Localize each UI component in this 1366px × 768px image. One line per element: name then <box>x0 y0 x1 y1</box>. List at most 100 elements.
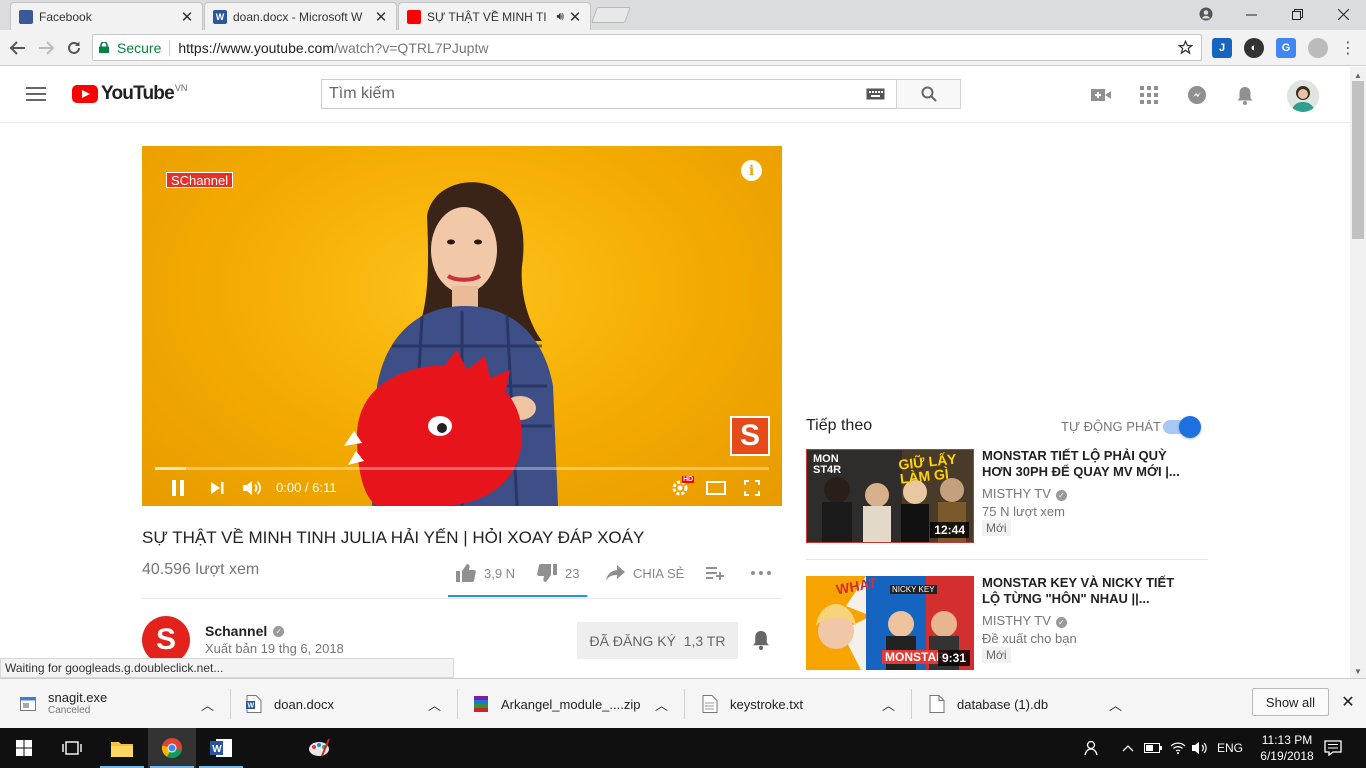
more-actions-button[interactable] <box>751 562 779 584</box>
show-hidden-icons-chevron[interactable] <box>1122 728 1134 768</box>
reload-button[interactable] <box>62 36 86 60</box>
keyboard-icon[interactable] <box>866 88 885 100</box>
people-icon[interactable] <box>1084 728 1100 768</box>
svg-text:W: W <box>212 744 222 755</box>
publish-date: Xuất bản 19 thg 6, 2018 <box>205 641 344 656</box>
tab-youtube-video[interactable]: SỰ THẬT VỀ MINH TI 🔊︎ ✕ <box>398 2 591 30</box>
next-video-button[interactable] <box>205 476 229 500</box>
task-view-icon[interactable] <box>48 728 96 768</box>
tab-close-icon[interactable]: ✕ <box>568 8 582 26</box>
tab-word-document[interactable]: W doan.docx - Microsoft W ✕ <box>204 2 397 30</box>
share-button[interactable]: CHIA SẺ <box>606 562 684 584</box>
download-item[interactable]: W doan.docx <box>246 679 334 729</box>
extension-j-icon[interactable]: J <box>1212 38 1232 58</box>
back-button[interactable] <box>6 36 30 60</box>
channel-notification-bell-icon[interactable] <box>752 630 772 650</box>
input-language-indicator[interactable]: ENG <box>1217 728 1243 768</box>
messages-icon[interactable] <box>1185 83 1209 107</box>
search-button[interactable] <box>896 79 961 109</box>
scrollbar-thumb[interactable] <box>1352 81 1364 239</box>
channel-watermark-logo: SChannel <box>166 172 234 188</box>
download-item[interactable]: keystroke.txt <box>702 679 803 729</box>
new-badge: Mới <box>982 647 1011 663</box>
download-item[interactable]: database (1).db <box>929 679 1048 729</box>
paint-taskbar-icon[interactable] <box>295 728 343 768</box>
channel-avatar[interactable]: S <box>142 616 190 664</box>
theater-mode-button[interactable] <box>704 476 728 500</box>
related-video-thumbnail[interactable]: WHAT NICKY KEY MONSTAR 9:31 <box>806 576 974 670</box>
thumbnail-caption: NICKY KEY <box>890 585 937 594</box>
related-video-title[interactable]: MONSTAR KEY VÀ NICKY TIẾT LỘ TỪNG "HÔN" … <box>982 575 1192 607</box>
address-bar[interactable]: Secure https://www.youtube.com/watch?v=Q… <box>92 34 1202 61</box>
channel-name-link[interactable]: Schannel ✓ <box>205 623 285 639</box>
settings-gear-icon[interactable]: HD <box>668 476 695 500</box>
upload-video-icon[interactable] <box>1089 83 1113 107</box>
profile-icon[interactable] <box>1183 0 1229 28</box>
action-center-icon[interactable] <box>1324 728 1342 768</box>
like-button[interactable]: 3,9 N <box>456 562 515 584</box>
minimize-button[interactable] <box>1228 0 1274 28</box>
file-explorer-icon[interactable] <box>98 728 146 768</box>
dislike-button[interactable]: 23 <box>537 562 579 584</box>
chevron-up-icon[interactable]: ︿ <box>882 679 895 729</box>
page-scrollbar[interactable]: ▲ ▼ <box>1350 67 1366 678</box>
fullscreen-button[interactable] <box>740 476 764 500</box>
share-icon <box>606 565 625 581</box>
scroll-down-arrow[interactable]: ▼ <box>1354 667 1362 676</box>
volume-icon[interactable] <box>241 476 265 500</box>
pause-button[interactable] <box>166 476 190 500</box>
video-progress-bar[interactable] <box>155 467 769 470</box>
forward-button[interactable] <box>34 36 58 60</box>
tab-close-icon[interactable]: ✕ <box>180 8 194 26</box>
chrome-taskbar-icon[interactable] <box>148 728 196 768</box>
search-input[interactable]: Tìm kiếm <box>321 79 897 109</box>
battery-icon[interactable] <box>1144 728 1162 768</box>
extension-grey-icon[interactable] <box>1308 38 1328 58</box>
speaker-icon[interactable] <box>1192 728 1208 768</box>
verified-icon: ✓ <box>1055 490 1067 501</box>
notifications-bell-icon[interactable] <box>1233 83 1257 107</box>
chevron-up-icon[interactable]: ︿ <box>655 679 668 729</box>
youtube-logo[interactable]: YouTube VN <box>72 83 187 105</box>
channel-corner-watermark[interactable]: S <box>730 416 770 456</box>
windows-start-icon[interactable] <box>0 728 48 768</box>
buffered-bar <box>155 467 186 470</box>
bookmark-star-icon[interactable] <box>1178 40 1193 55</box>
new-tab-button[interactable] <box>591 7 631 23</box>
archive-file-icon <box>473 695 489 713</box>
restore-button[interactable] <box>1274 0 1320 28</box>
status-bubble: Waiting for googleads.g.doubleclick.net.… <box>0 658 454 678</box>
word-taskbar-icon[interactable]: W <box>197 728 245 768</box>
audio-playing-icon[interactable]: 🔊︎ <box>556 9 564 24</box>
chrome-menu-icon[interactable]: ⋮ <box>1336 36 1360 60</box>
download-item[interactable]: snagit.exe Canceled <box>20 679 107 729</box>
user-avatar[interactable] <box>1287 80 1319 112</box>
add-to-playlist-button[interactable] <box>706 562 732 584</box>
secure-indicator[interactable]: Secure <box>99 40 161 56</box>
hamburger-menu-icon[interactable] <box>26 87 46 101</box>
chevron-up-icon[interactable]: ︿ <box>1109 679 1122 729</box>
subscribed-button[interactable]: ĐÃ ĐĂNG KÝ 1,3 TR <box>577 622 738 659</box>
close-downloads-bar-icon[interactable]: ✕ <box>1338 692 1358 712</box>
info-card-icon[interactable]: i <box>741 160 762 181</box>
taskbar-app-icon[interactable] <box>246 728 294 768</box>
extension-circle-icon[interactable]: ◐ <box>1244 38 1264 58</box>
chevron-up-icon[interactable]: ︿ <box>428 679 441 729</box>
close-window-button[interactable] <box>1320 0 1366 28</box>
scroll-up-arrow[interactable]: ▲ <box>1354 71 1362 80</box>
download-item[interactable]: Arkangel_module_....zip <box>473 679 640 729</box>
related-video-channel[interactable]: MISTHY TV ✓ <box>982 486 1067 501</box>
show-all-downloads-button[interactable]: Show all <box>1252 688 1329 716</box>
apps-grid-icon[interactable] <box>1137 83 1161 107</box>
taskbar-clock[interactable]: 11:13 PM 6/19/2018 <box>1252 732 1322 764</box>
wifi-icon[interactable] <box>1170 728 1186 768</box>
video-player[interactable]: SChannel i S 0:00 / 6:11 HD <box>142 146 782 506</box>
tab-facebook[interactable]: Facebook ✕ <box>10 2 203 30</box>
related-video-title[interactable]: MONSTAR TIẾT LỘ PHẢI QUỲ HƠN 30PH ĐỂ QUA… <box>982 448 1192 480</box>
autoplay-toggle[interactable] <box>1163 416 1201 438</box>
chevron-up-icon[interactable]: ︿ <box>201 679 214 729</box>
google-translate-icon[interactable]: G <box>1276 38 1296 58</box>
related-video-thumbnail[interactable]: MON ST4R GIỮ LẤY LÀM GÌ 12:44 <box>806 449 974 543</box>
related-video-channel[interactable]: MISTHY TV ✓ <box>982 613 1067 628</box>
tab-close-icon[interactable]: ✕ <box>374 8 388 26</box>
